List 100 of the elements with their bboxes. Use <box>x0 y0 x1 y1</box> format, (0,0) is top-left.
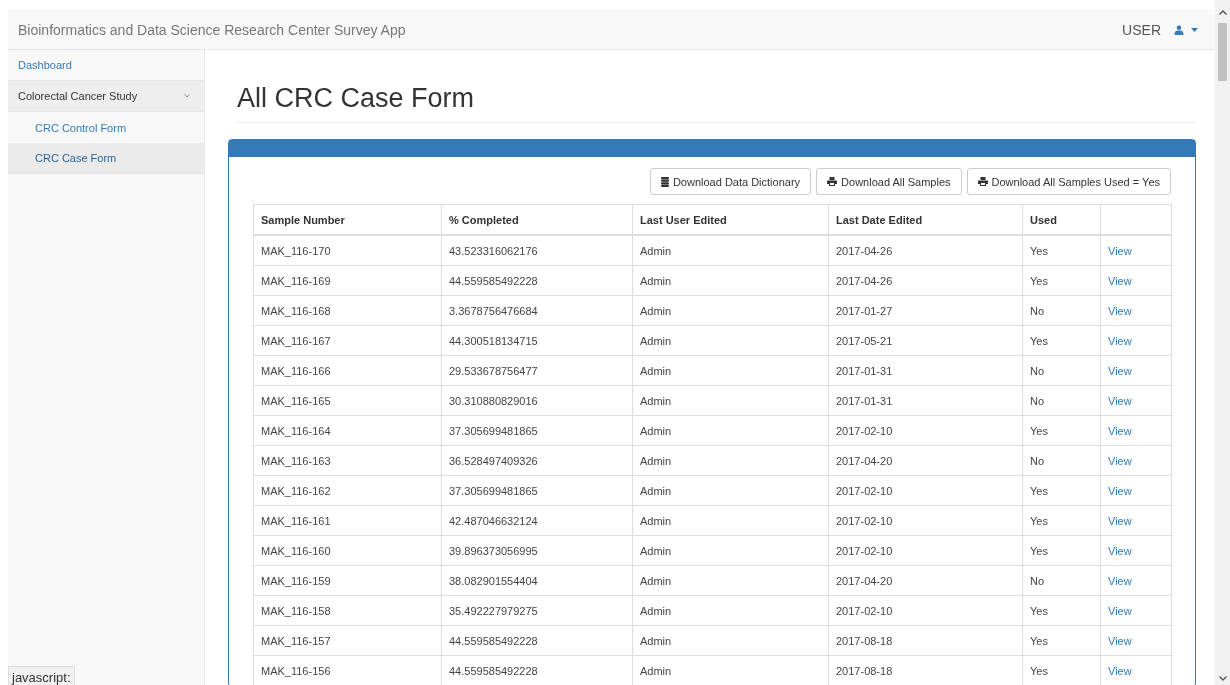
table-cell: Admin <box>632 235 829 266</box>
table-cell: 2017-02-10 <box>828 415 1023 446</box>
table-cell: 38.082901554404 <box>441 565 633 596</box>
table-cell: Yes <box>1022 505 1101 536</box>
table-cell: 2017-01-31 <box>828 385 1023 416</box>
table-cell: Admin <box>632 265 829 296</box>
user-menu-button[interactable]: USER <box>1122 21 1198 38</box>
column-header: Used <box>1022 204 1101 235</box>
table-cell: Yes <box>1022 595 1101 626</box>
table-cell: Yes <box>1022 475 1101 506</box>
page-title: All CRC Case Form <box>237 83 1196 123</box>
table-cell: MAK_116-165 <box>253 385 442 416</box>
table-cell: Yes <box>1022 625 1101 656</box>
table-cell: No <box>1022 565 1101 596</box>
table-cell: MAK_116-163 <box>253 445 442 476</box>
view-link[interactable]: View <box>1108 304 1132 317</box>
table-cell: 37.305699481865 <box>441 475 633 506</box>
view-link[interactable]: View <box>1108 634 1132 647</box>
column-header: Sample Number <box>253 204 442 235</box>
table-cell: Admin <box>632 385 829 416</box>
table-cell: Yes <box>1022 535 1101 566</box>
view-link[interactable]: View <box>1108 244 1132 257</box>
table-cell: Admin <box>632 415 829 446</box>
scroll-up-icon[interactable] <box>1218 10 1227 15</box>
table-cell: 44.559585492228 <box>441 625 633 656</box>
table-cell: Admin <box>632 295 829 326</box>
table-cell: Admin <box>632 565 829 596</box>
table-cell: Admin <box>632 535 829 566</box>
table-cell: MAK_116-167 <box>253 325 442 356</box>
table-cell: 43.523316062176 <box>441 235 633 266</box>
table-cell: MAK_116-158 <box>253 595 442 626</box>
view-link[interactable]: View <box>1108 514 1132 527</box>
table-cell: 2017-05-21 <box>828 325 1023 356</box>
view-link[interactable]: View <box>1108 334 1132 347</box>
table-cell: Admin <box>632 595 829 626</box>
table-cell: 44.300518134715 <box>441 325 633 356</box>
scroll-thumb[interactable] <box>1218 23 1227 81</box>
table-cell: 36.528497409326 <box>441 445 633 476</box>
column-header: Last Date Edited <box>828 204 1023 235</box>
table-cell: Admin <box>632 445 829 476</box>
download-button[interactable]: Download All Samples Used = Yes <box>966 168 1171 195</box>
printer-icon <box>827 177 838 186</box>
table-cell: 37.305699481865 <box>441 415 633 446</box>
table-cell: 35.492227979275 <box>441 595 633 626</box>
status-bar: javascript: <box>8 666 75 685</box>
table-cell: Admin <box>632 505 829 536</box>
table-cell: MAK_116-170 <box>253 235 442 266</box>
table-cell: MAK_116-166 <box>253 355 442 386</box>
table-cell: 2017-04-26 <box>828 235 1023 266</box>
table-cell: Yes <box>1022 325 1101 356</box>
view-link[interactable]: View <box>1108 544 1132 557</box>
sidebar-item[interactable]: CRC Case Form <box>8 143 204 174</box>
column-header: Last User Edited <box>632 204 829 235</box>
table-cell: 3.3678756476684 <box>441 295 633 326</box>
table-cell: 2017-02-10 <box>828 505 1023 536</box>
table-cell: Yes <box>1022 415 1101 446</box>
view-link[interactable]: View <box>1108 424 1132 437</box>
table-cell: 2017-01-31 <box>828 355 1023 386</box>
table-cell: 2017-08-18 <box>828 625 1023 656</box>
view-link[interactable]: View <box>1108 574 1132 587</box>
table-cell: 2017-02-10 <box>828 535 1023 566</box>
database-icon <box>660 176 669 187</box>
table-cell: No <box>1022 445 1101 476</box>
view-link[interactable]: View <box>1108 364 1132 377</box>
table-cell: Admin <box>632 475 829 506</box>
download-button[interactable]: Download All Samples <box>816 168 962 195</box>
sidebar-group[interactable]: Colorectal Cancer Study <box>8 81 204 112</box>
table-cell: Admin <box>632 355 829 386</box>
view-link[interactable]: View <box>1108 394 1132 407</box>
table-cell: Admin <box>632 325 829 356</box>
table-cell: MAK_116-160 <box>253 535 442 566</box>
app-title[interactable]: Bioinformatics and Data Science Research Center Survey App <box>18 21 406 38</box>
column-header: % Completed <box>441 204 633 235</box>
table-cell: MAK_116-156 <box>253 655 442 685</box>
table-cell: Yes <box>1022 265 1101 296</box>
view-link[interactable]: View <box>1108 454 1132 467</box>
chevron-icon <box>184 94 190 98</box>
table-cell: MAK_116-169 <box>253 265 442 296</box>
table-cell: 2017-01-27 <box>828 295 1023 326</box>
table-cell: 2017-02-10 <box>828 595 1023 626</box>
download-button[interactable]: Download Data Dictionary <box>649 168 812 195</box>
table-cell: MAK_116-159 <box>253 565 442 596</box>
view-link[interactable]: View <box>1108 604 1132 617</box>
sidebar-item[interactable]: CRC Control Form <box>8 112 204 143</box>
table-cell: 2017-04-26 <box>828 265 1023 296</box>
view-link[interactable]: View <box>1108 484 1132 497</box>
table-cell: 2017-04-20 <box>828 565 1023 596</box>
table-cell: MAK_116-157 <box>253 625 442 656</box>
table-cell: MAK_116-168 <box>253 295 442 326</box>
table-cell: Yes <box>1022 235 1101 266</box>
view-link[interactable]: View <box>1108 664 1132 677</box>
scroll-down-icon[interactable] <box>1218 676 1227 681</box>
table-cell: 2017-04-20 <box>828 445 1023 476</box>
view-link[interactable]: View <box>1108 274 1132 287</box>
table-cell: No <box>1022 295 1101 326</box>
table-cell: 2017-02-10 <box>828 475 1023 506</box>
printer-icon <box>977 177 988 186</box>
table-cell: 44.559585492228 <box>441 265 633 296</box>
table-cell: 29.533678756477 <box>441 355 633 386</box>
table-cell: No <box>1022 355 1101 386</box>
